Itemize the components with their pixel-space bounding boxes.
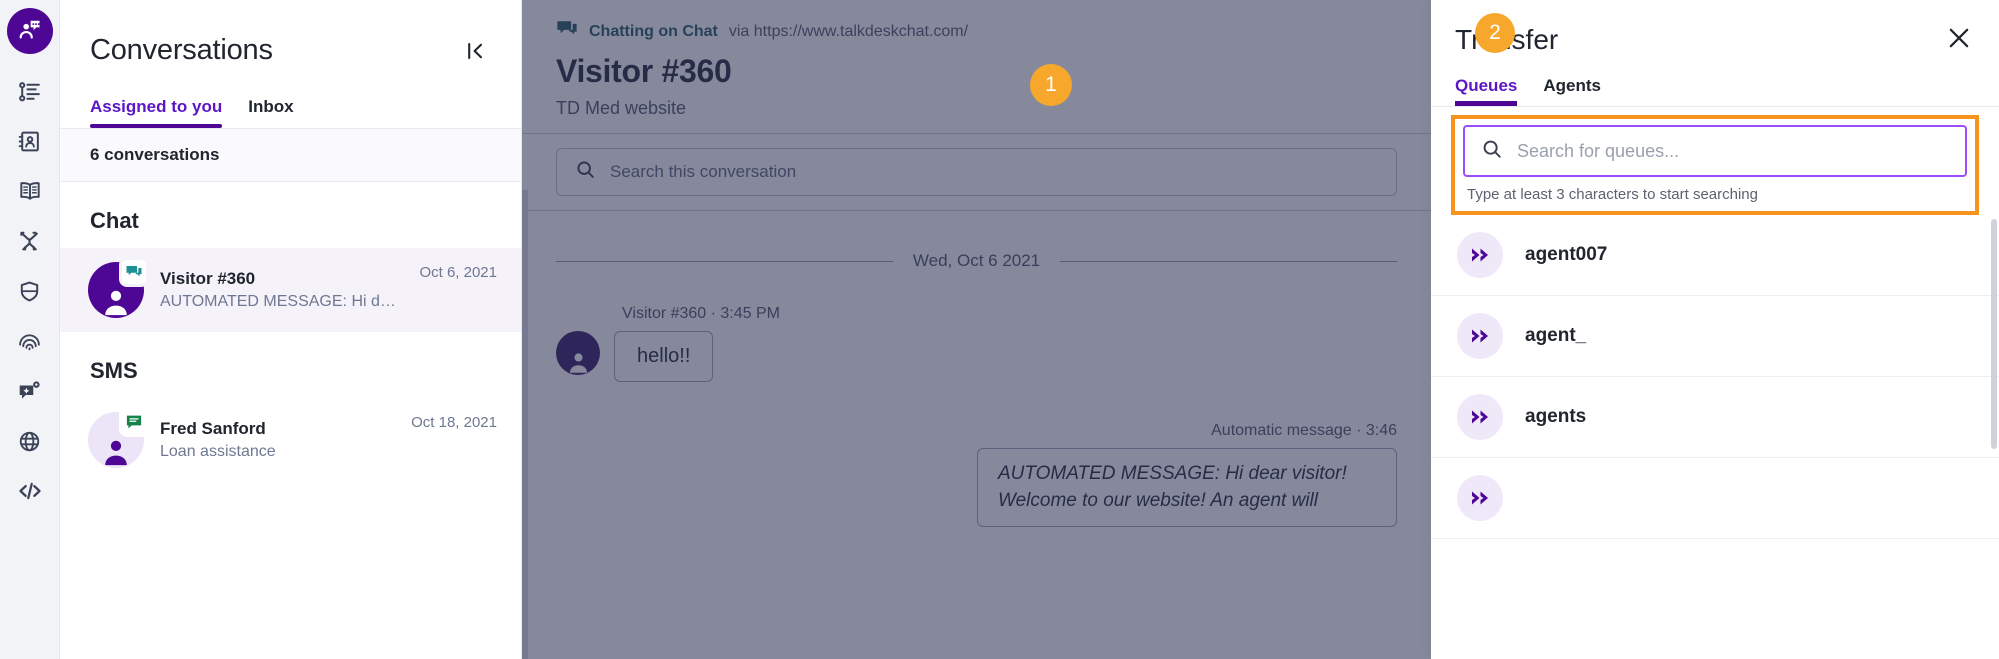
- day-separator: Wed, Oct 6 2021: [556, 251, 1398, 271]
- message-bubble: hello!!: [614, 331, 714, 382]
- knowledge-book-icon: [17, 178, 43, 204]
- rail-item-knowledge[interactable]: [7, 166, 53, 216]
- chat-channel-icon: [556, 18, 578, 45]
- rail-item-activity[interactable]: [7, 66, 53, 116]
- message-list: Wed, Oct 6 2021 Visitor #360 · 3:45 PM h…: [522, 211, 1431, 659]
- list-item-name: Visitor #360: [160, 269, 256, 288]
- conversations-tabs: Assigned to you Inbox: [60, 67, 521, 128]
- queue-search-hint: Type at least 3 characters to start sear…: [1467, 186, 1758, 203]
- day-separator-line-left: [556, 260, 893, 262]
- nav-rail: [0, 0, 60, 659]
- chat-title: Visitor #360: [556, 53, 732, 89]
- list-item-preview: Loan assistance: [160, 443, 276, 460]
- day-separator-line-right: [1060, 260, 1398, 262]
- tab-assigned-to-you[interactable]: Assigned to you: [90, 97, 223, 128]
- code-icon: [17, 478, 43, 504]
- tab-inbox[interactable]: Inbox: [248, 97, 293, 128]
- rail-item-routing[interactable]: [7, 216, 53, 266]
- contacts-book-icon: [17, 129, 42, 154]
- routing-flow-icon: [17, 229, 42, 254]
- avatar: [88, 410, 146, 468]
- queue-arrow-icon: [1457, 313, 1503, 359]
- collapse-panel-icon[interactable]: [461, 36, 491, 66]
- channel-source-url: via https://www.talkdeskchat.com/: [728, 22, 969, 40]
- conversation-count: 6 conversations: [60, 129, 521, 182]
- message-avatar: [556, 331, 600, 375]
- group-label-sms: SMS: [90, 358, 138, 383]
- avatar: [88, 260, 146, 318]
- transfer-tabs: Queues Agents: [1431, 56, 1999, 106]
- fingerprint-icon: [17, 329, 42, 354]
- chat-panel: Chatting on Chat via https://www.talkdes…: [522, 0, 1431, 659]
- queue-search-placeholder: Search for queues...: [1517, 140, 1680, 161]
- queue-arrow-icon: [1457, 394, 1503, 440]
- queue-list-scrollbar[interactable]: [1991, 219, 1997, 449]
- close-icon[interactable]: [1945, 24, 1975, 54]
- transfer-header: Transfer: [1431, 0, 1999, 56]
- queue-list-item[interactable]: [1431, 458, 1999, 539]
- list-item-body: Visitor #360 AUTOMATED MESSAGE: Hi dea…: [160, 269, 403, 311]
- list-item-date: Oct 6, 2021: [419, 264, 497, 281]
- app-root: Conversations Assigned to you Inbox 6 co…: [0, 0, 1999, 659]
- queue-name: agents: [1525, 406, 1587, 427]
- shield-icon: [17, 279, 42, 304]
- list-item-date: Oct 18, 2021: [411, 414, 497, 431]
- chat-header: Chatting on Chat via https://www.talkdes…: [522, 0, 1431, 133]
- search-icon: [575, 159, 596, 185]
- queue-list-item[interactable]: agent_: [1431, 296, 1999, 377]
- rail-item-developer[interactable]: [7, 466, 53, 516]
- rail-item-shield[interactable]: [7, 266, 53, 316]
- search-highlight-callout: Search for queues... Type at least 3 cha…: [1451, 115, 1979, 215]
- talkdesk-chat-logo-icon[interactable]: [6, 8, 53, 54]
- channel-name: Chatting on Chat: [589, 22, 718, 40]
- activity-list-icon: [17, 79, 42, 104]
- queue-search-input[interactable]: Search for queues...: [1463, 125, 1967, 177]
- chat-search-container: Search this conversation: [522, 134, 1431, 210]
- step-marker-2: 2: [1475, 13, 1515, 53]
- channel-line: Chatting on Chat via https://www.talkdes…: [556, 18, 1397, 45]
- list-item-name: Fred Sanford: [160, 419, 266, 438]
- chat-subtitle: TD Med website: [556, 98, 687, 118]
- list-item-body: Fred Sanford Loan assistance: [160, 419, 395, 461]
- queue-list-item[interactable]: agents: [1431, 377, 1999, 458]
- queue-arrow-icon: [1457, 475, 1503, 521]
- list-item[interactable]: Fred Sanford Loan assistance Oct 18, 202…: [60, 398, 521, 482]
- tab-agents[interactable]: Agents: [1543, 76, 1601, 106]
- page-title: Conversations: [90, 34, 273, 66]
- transfer-panel: Transfer Queues Agents Search for queues…: [1431, 0, 1999, 659]
- step-marker-1: 1: [1030, 64, 1072, 106]
- day-separator-label: Wed, Oct 6 2021: [912, 251, 1041, 270]
- conversation-list: Chat Visitor #360 AUTOMATED MESSAGE: Hi …: [60, 182, 521, 659]
- message-bubble-automated: AUTOMATED MESSAGE: Hi dear visitor! Welc…: [977, 448, 1397, 528]
- globe-icon: [17, 429, 42, 454]
- message-meta: Visitor #360 · 3:45 PM: [622, 305, 781, 322]
- tab-queues[interactable]: Queues: [1455, 76, 1518, 106]
- conversations-panel: Conversations Assigned to you Inbox 6 co…: [60, 0, 522, 659]
- conversation-scrollbar[interactable]: [522, 190, 528, 659]
- queue-list-item[interactable]: agent007: [1431, 215, 1999, 296]
- transfer-tabs-divider: [1431, 106, 1999, 107]
- message-meta: Automatic message · 3:46: [1211, 422, 1397, 439]
- group-label-chat: Chat: [90, 208, 139, 233]
- ai-message-gear-icon: [17, 379, 42, 404]
- conversations-header: Conversations: [60, 0, 521, 67]
- queue-name: agent007: [1525, 244, 1608, 265]
- sms-badge-icon: [122, 410, 146, 434]
- rail-item-contacts[interactable]: [7, 116, 53, 166]
- rail-item-automation[interactable]: [7, 366, 53, 416]
- queue-name: agent_: [1525, 325, 1587, 346]
- queue-arrow-icon: [1457, 232, 1503, 278]
- search-input-placeholder: Search this conversation: [610, 162, 797, 181]
- list-item[interactable]: Visitor #360 AUTOMATED MESSAGE: Hi dea… …: [60, 248, 521, 332]
- search-input[interactable]: Search this conversation: [556, 148, 1397, 196]
- list-item-preview: AUTOMATED MESSAGE: Hi dea…: [160, 293, 404, 310]
- queue-list: agent007 agent_ agents: [1431, 215, 1999, 659]
- rail-item-fingerprint[interactable]: [7, 316, 53, 366]
- rail-item-globe[interactable]: [7, 416, 53, 466]
- message-row-incoming: hello!!: [556, 331, 1397, 382]
- chat-panel-content: Chatting on Chat via https://www.talkdes…: [522, 0, 1431, 659]
- chat-badge-icon: [122, 260, 146, 284]
- search-icon: [1481, 138, 1503, 165]
